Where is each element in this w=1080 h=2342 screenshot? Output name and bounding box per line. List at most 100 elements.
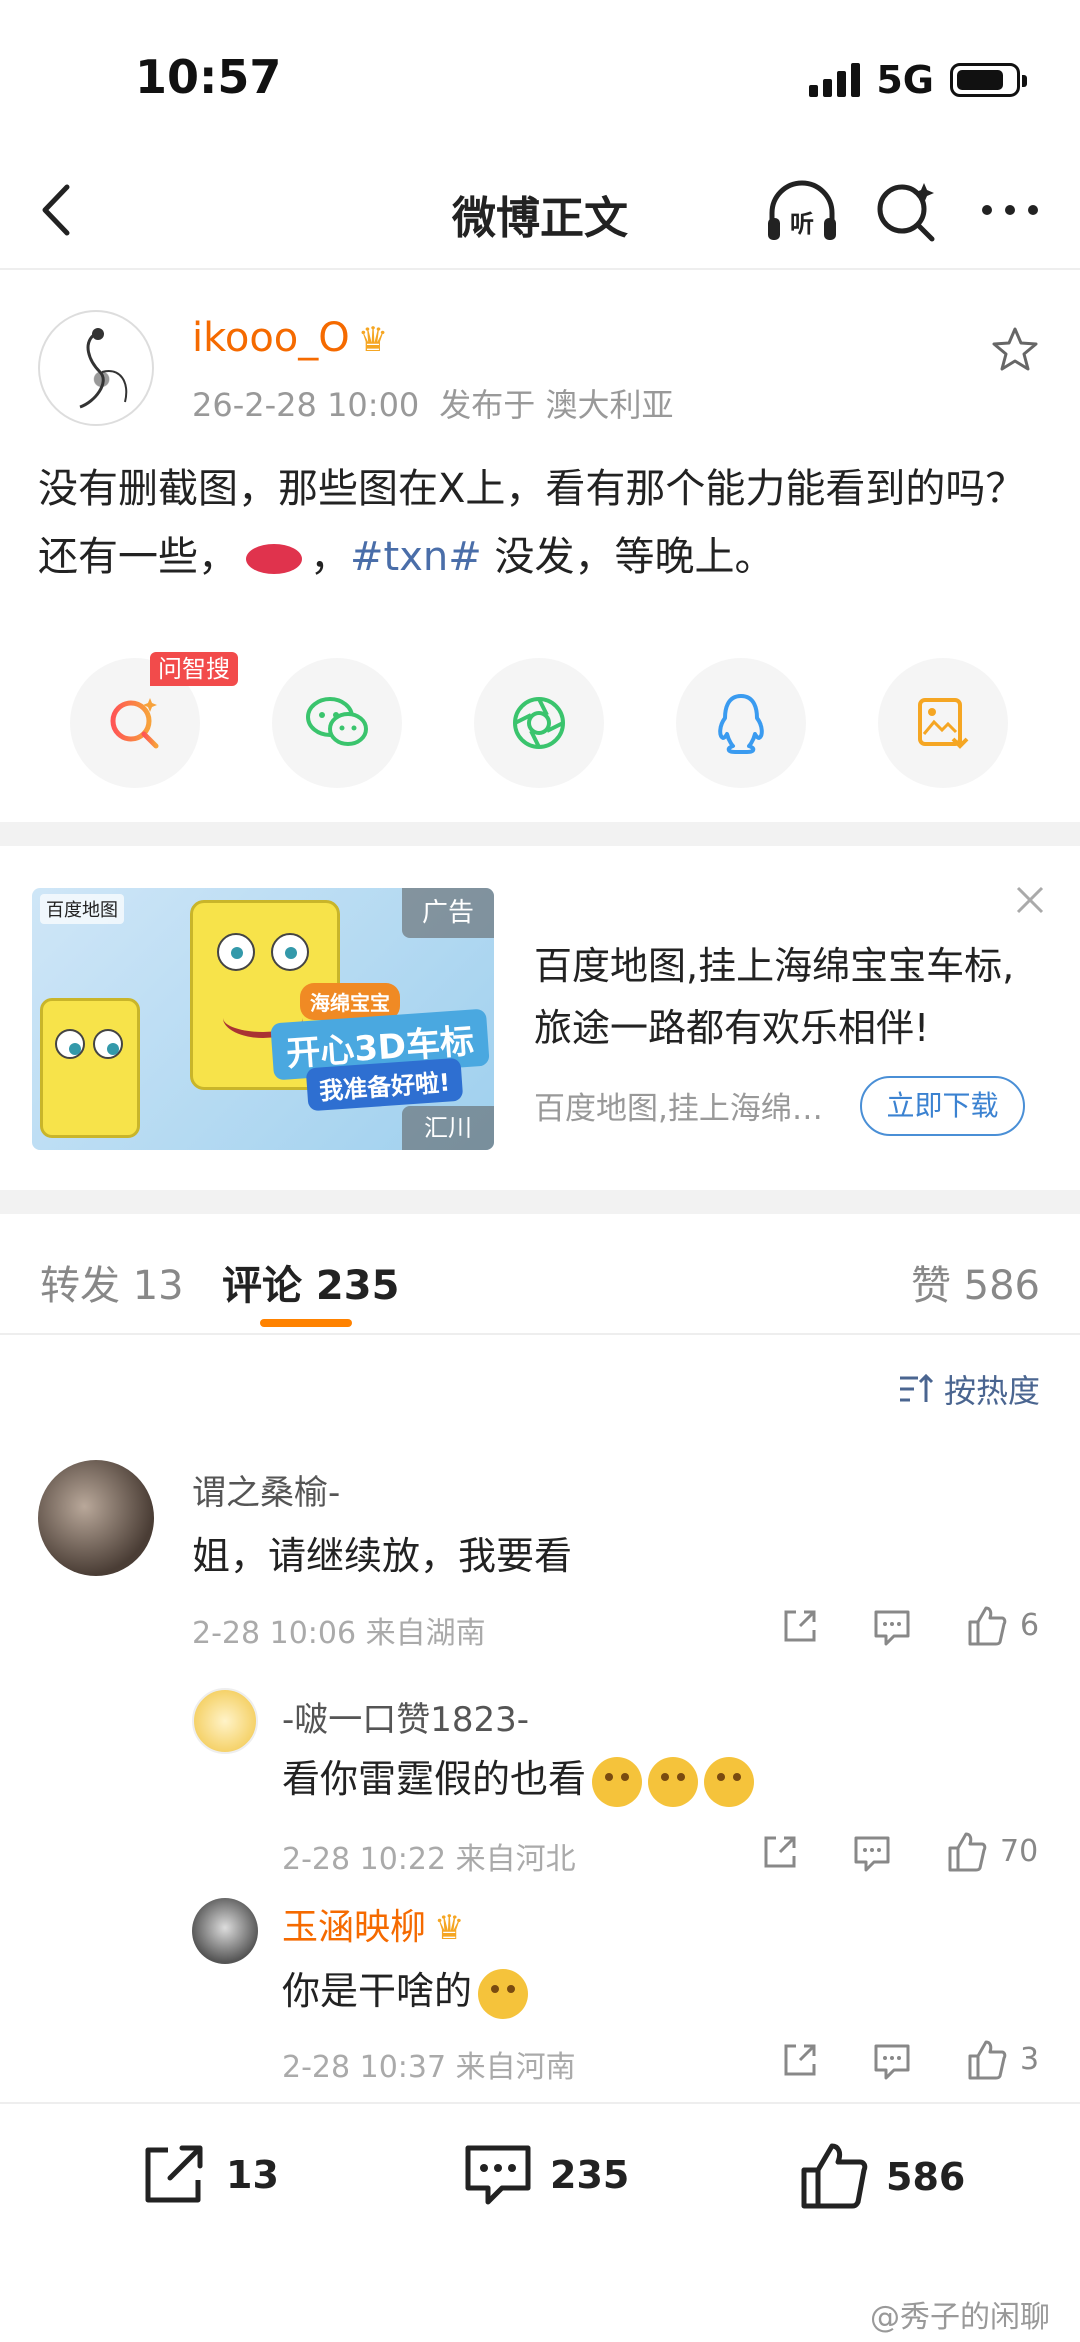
like-button[interactable]: 586 [798, 2142, 965, 2212]
like-count: 586 [886, 2155, 966, 2199]
comment-button[interactable]: 235 [462, 2142, 629, 2208]
moments-share-button[interactable] [474, 658, 604, 788]
ai-search-icon [110, 698, 159, 749]
crown-icon: ♛ [357, 320, 389, 360]
favorite-star-icon[interactable] [990, 325, 1040, 375]
more-icon[interactable] [975, 175, 1045, 245]
spongebob-small-figure [40, 998, 140, 1138]
section-divider [0, 822, 1080, 846]
tab-like[interactable]: 赞 586 [911, 1253, 1040, 1311]
reply-time: 2-28 10:37 来自河南 [282, 2050, 576, 2085]
qq-penguin-icon [718, 694, 764, 754]
reply-text-content: 你是干啥的 [282, 1969, 473, 2013]
comment-like-icon[interactable] [964, 2038, 1008, 2082]
ad-banner-small: 海绵宝宝 [300, 983, 400, 1020]
reply-time: 2-28 10:22 来自河北 [282, 1842, 576, 1877]
nav-bar: 微博正文 听 [0, 150, 1080, 270]
save-image-share-button[interactable] [878, 658, 1008, 788]
repost-icon [145, 2145, 203, 2203]
interaction-tabs: 转发 13 评论 235 赞 586 [0, 1215, 1080, 1335]
network-label: 5G [876, 58, 934, 102]
comment-reply-icon[interactable] [850, 1830, 894, 1874]
comment-text: 姐，请继续放，我要看 [192, 1534, 573, 1578]
wechat-icon [306, 697, 368, 746]
comment-reply-icon[interactable] [870, 2038, 914, 2082]
battery-icon [950, 63, 1027, 97]
comment-count: 235 [550, 2153, 630, 2197]
cry-emoji-icon [704, 1756, 755, 1807]
cry-emoji-icon [648, 1756, 699, 1807]
svg-text:听: 听 [790, 210, 814, 238]
post-text-part2: ， [310, 534, 350, 580]
comment-like-icon[interactable] [944, 1830, 988, 1874]
ai-search-badge: 问智搜 [150, 652, 238, 686]
comment-time: 2-28 10:06 来自湖南 [192, 1616, 486, 1651]
comment-reply-icon[interactable] [870, 1604, 914, 1648]
post-meta: 26-2-28 10:00 发布于 澳大利亚 [192, 380, 673, 426]
reply-avatar[interactable] [192, 1688, 258, 1754]
sort-button[interactable]: 按热度 [898, 1366, 1040, 1412]
status-bar: 10:57 5G [0, 0, 1080, 150]
figure-eye [271, 933, 309, 971]
commenter-avatar[interactable] [38, 1460, 154, 1576]
author-name[interactable]: ikooo_O ♛ [192, 315, 388, 361]
post-date: 26-2-28 10:00 [192, 386, 420, 424]
author-name-text: ikooo_O [192, 315, 350, 361]
ad-tag: 广告 [402, 888, 494, 938]
cry-emoji-icon [592, 1756, 643, 1807]
comment-share-icon[interactable] [758, 1830, 802, 1874]
repost-button[interactable]: 13 [138, 2142, 279, 2208]
comment-share-icon[interactable] [778, 1604, 822, 1648]
lips-emoji-icon [246, 544, 302, 574]
figure-eye [93, 1029, 123, 1059]
search-icon[interactable] [872, 175, 942, 245]
signal-icon [809, 63, 861, 97]
reply-text: 看你雷霆假的也看 [282, 1748, 755, 1807]
bottom-action-bar: 13 235 586 [0, 2102, 1080, 2242]
status-indicators: 5G [809, 58, 1027, 102]
ad-title[interactable]: 百度地图,挂上海绵宝宝车标,旅途一路都有欢乐相伴! [534, 935, 1034, 1059]
comment-like-count: 6 [1020, 1608, 1040, 1643]
post-location: 发布于 澳大利亚 [439, 386, 674, 424]
comment-icon [465, 2145, 531, 2205]
section-divider [0, 1190, 1080, 1214]
ad-image[interactable]: 百度地图 海绵宝宝 开心3D车标 我准备好啦! 广告 汇川 [32, 888, 494, 1150]
reply-name[interactable]: -啵一口赞1823- [282, 1692, 529, 1741]
wechat-share-button[interactable] [272, 658, 402, 788]
post-text-part3: 没发，等晚上。 [481, 534, 775, 580]
reply-name[interactable]: 玉涵映柳 ♛ [282, 1898, 465, 1950]
comment-like-icon[interactable] [964, 1604, 1008, 1648]
sort-icon [899, 1373, 934, 1402]
avatar-drawing [79, 328, 128, 409]
reply-text-content: 看你雷霆假的也看 [282, 1757, 587, 1801]
watermark: @秀子的闲聊 [870, 2300, 1050, 2335]
thumbs-up-icon [801, 2143, 868, 2209]
repost-count: 13 [226, 2153, 279, 2197]
download-button[interactable]: 立即下载 [860, 1076, 1025, 1136]
crown-icon: ♛ [434, 1908, 465, 1948]
qq-share-button[interactable] [676, 658, 806, 788]
ad-description: 百度地图,挂上海绵宝宝车标,旅途一路都有欢乐相伴! [534, 1091, 844, 1127]
figure-eye [55, 1029, 85, 1059]
figure-eye [217, 933, 255, 971]
post-hashtag[interactable]: #txn# [350, 534, 482, 580]
sort-label: 按热度 [943, 1372, 1040, 1410]
tab-comment[interactable]: 评论 235 [222, 1253, 399, 1311]
comment-share-icon[interactable] [778, 2038, 822, 2082]
reply-avatar[interactable] [192, 1898, 258, 1964]
reply-name-text: 玉涵映柳 [282, 1907, 427, 1948]
reply-text: 你是干啥的 [282, 1960, 529, 2019]
status-time: 10:57 [135, 50, 282, 104]
tab-active-indicator [260, 1319, 352, 1327]
moments-icon [513, 697, 565, 749]
tab-repost[interactable]: 转发 13 [40, 1253, 184, 1311]
save-image-icon [918, 698, 969, 749]
comment-like-count: 3 [1020, 2042, 1040, 2077]
close-icon[interactable] [1010, 880, 1050, 920]
thinking-emoji-icon [478, 1968, 529, 2019]
author-avatar[interactable] [38, 310, 154, 426]
headphones-listen-icon[interactable]: 听 [762, 178, 842, 248]
ad-brand: 汇川 [402, 1106, 494, 1150]
post-body: 没有删截图，那些图在X上，看有那个能力能看到的吗？还有一些， ，#txn# 没发，… [38, 455, 1048, 591]
commenter-name[interactable]: 谓之桑榆- [192, 1465, 340, 1514]
